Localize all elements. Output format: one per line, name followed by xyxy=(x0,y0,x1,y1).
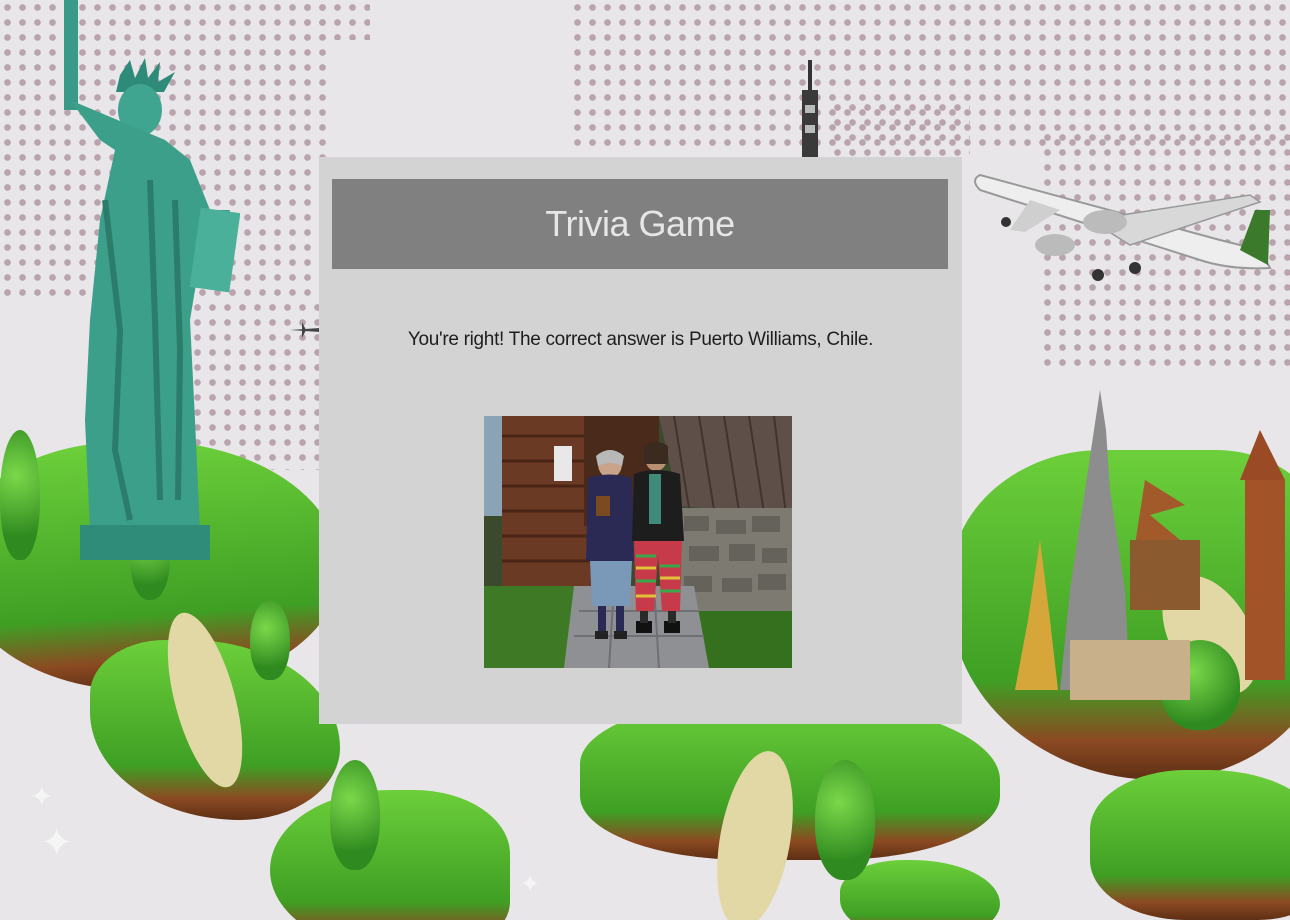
tree xyxy=(0,430,40,560)
world-map-dots xyxy=(830,100,970,160)
tree xyxy=(815,760,875,880)
airplane-icon xyxy=(974,173,1272,281)
bird-icon: ✦ xyxy=(30,781,54,812)
landmass xyxy=(1090,770,1290,920)
result-message: You're right! The correct answer is Puer… xyxy=(407,329,874,350)
game-title: Trivia Game xyxy=(545,203,735,244)
small-airplane-icon xyxy=(290,322,320,338)
bird-icon: ✦ xyxy=(520,871,541,898)
title-bar: Trivia Game xyxy=(332,179,948,269)
tower-icon xyxy=(802,60,818,160)
tree xyxy=(330,760,380,870)
photo-icon xyxy=(484,416,792,668)
landmass xyxy=(270,790,510,920)
temple-icon xyxy=(1015,390,1285,700)
trivia-card: Trivia Game You're right! The correct an… xyxy=(319,157,962,724)
statue-of-liberty-icon xyxy=(64,0,240,560)
bird-icon: ✦ xyxy=(40,821,74,865)
world-map-dots xyxy=(300,0,370,40)
answer-image xyxy=(484,416,792,668)
tree xyxy=(250,600,290,680)
